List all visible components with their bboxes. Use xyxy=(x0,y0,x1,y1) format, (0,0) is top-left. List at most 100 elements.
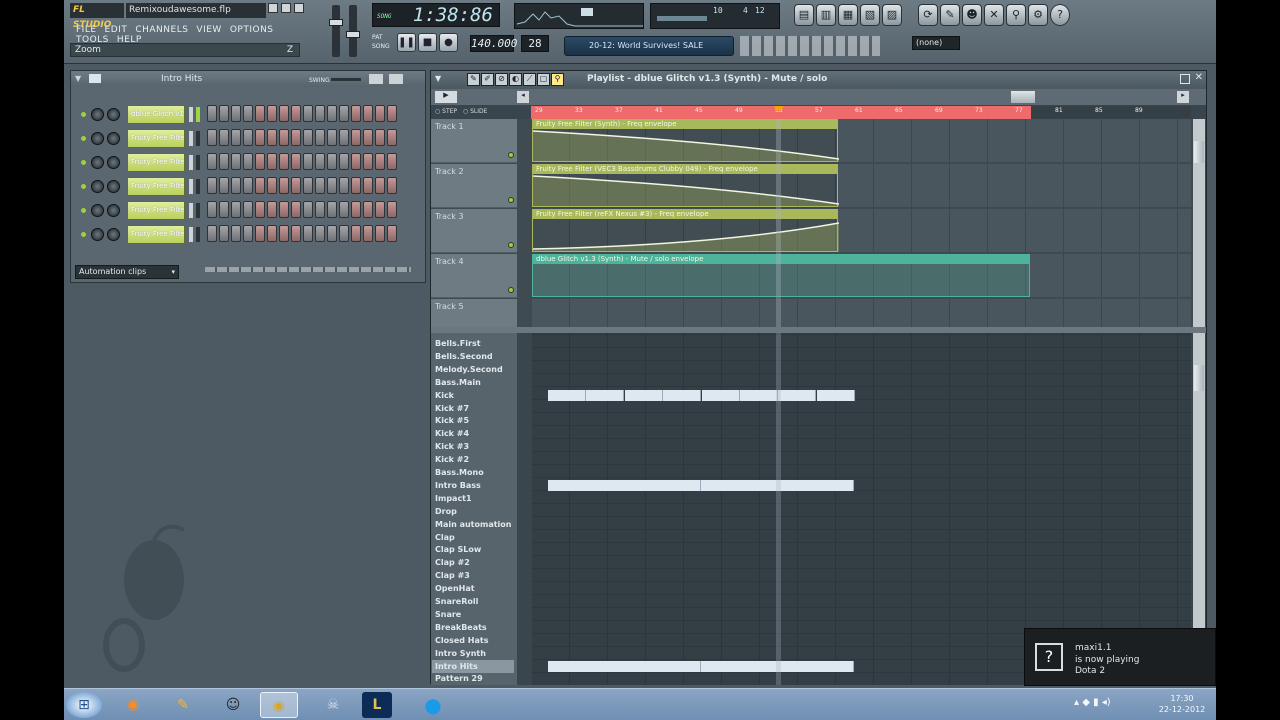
horizontal-zoom-scrollbar[interactable] xyxy=(1011,91,1035,103)
pattern-name[interactable]: Clap SLow xyxy=(432,543,514,556)
automation-clip[interactable]: Fruity Free Filter (reFX Nexus #3) - Fre… xyxy=(532,209,839,252)
track-lane[interactable]: Fruity Free Filter (reFX Nexus #3) - Fre… xyxy=(532,209,1191,253)
pattern-block[interactable] xyxy=(778,389,817,401)
step-button[interactable] xyxy=(351,105,361,122)
pattern-name[interactable]: Pattern 29 xyxy=(432,672,514,685)
channel-led[interactable] xyxy=(81,136,86,141)
step-button[interactable] xyxy=(219,201,229,218)
pattern-block[interactable] xyxy=(548,389,586,401)
mute-tool-icon[interactable]: ◐ xyxy=(509,73,522,86)
step-button[interactable] xyxy=(207,177,217,194)
step-button[interactable] xyxy=(255,201,265,218)
step-button[interactable] xyxy=(219,129,229,146)
step-button[interactable] xyxy=(243,177,253,194)
menu-view[interactable]: VIEW xyxy=(196,25,221,35)
master-volume-slider[interactable] xyxy=(329,5,343,57)
steam-notification[interactable]: ? maxi1.1 is now playing Dota 2 xyxy=(1024,628,1216,686)
pattern-name[interactable]: Kick #5 xyxy=(432,414,514,427)
pattern-name[interactable]: Clap #3 xyxy=(432,569,514,582)
scroll-right-icon[interactable]: ▸ xyxy=(1177,91,1189,103)
step-button[interactable] xyxy=(255,177,265,194)
pan-knob[interactable] xyxy=(91,204,104,217)
taskbar-clock[interactable]: 17:30 22-12-2012 xyxy=(1152,693,1212,715)
step-button[interactable] xyxy=(303,201,313,218)
step-button[interactable] xyxy=(315,225,325,242)
channel-led[interactable] xyxy=(81,232,86,237)
playlist-icon[interactable]: ▤ xyxy=(794,4,814,26)
step-button[interactable] xyxy=(339,105,349,122)
step-button[interactable] xyxy=(219,105,229,122)
step-button[interactable] xyxy=(351,177,361,194)
track-mute-led[interactable] xyxy=(508,152,514,158)
pattern-block[interactable] xyxy=(624,389,663,401)
step-button[interactable] xyxy=(351,129,361,146)
channel-led[interactable] xyxy=(81,160,86,165)
channel-select[interactable] xyxy=(189,155,193,170)
step-button[interactable] xyxy=(351,225,361,242)
step-button[interactable] xyxy=(267,177,277,194)
timeline-ruler[interactable]: 29 33 37 41 45 49 53 57 61 65 69 73 77 81 85 89 xyxy=(531,106,1191,119)
channel-led[interactable] xyxy=(81,184,86,189)
pattern-name[interactable]: Intro Synth xyxy=(432,647,514,660)
step-button[interactable] xyxy=(291,201,301,218)
channel-select-light[interactable] xyxy=(196,155,200,170)
step-button[interactable] xyxy=(351,153,361,170)
master-pitch-slider[interactable] xyxy=(346,5,360,57)
step-button[interactable] xyxy=(327,177,337,194)
step-button[interactable] xyxy=(303,129,313,146)
step-button[interactable] xyxy=(291,177,301,194)
step-button[interactable] xyxy=(303,177,313,194)
track-header[interactable]: Track 1 xyxy=(431,119,517,163)
track-header[interactable]: Track 4 xyxy=(431,254,517,298)
help-icon[interactable]: ? xyxy=(1050,4,1070,26)
pattern-block[interactable] xyxy=(740,389,778,401)
pattern-block[interactable] xyxy=(548,479,701,491)
step-button[interactable] xyxy=(219,153,229,170)
tools-icon[interactable]: ✕ xyxy=(984,4,1004,26)
pattern-block[interactable] xyxy=(586,389,625,401)
step-button[interactable] xyxy=(363,153,373,170)
pattern-name[interactable]: Kick xyxy=(432,389,514,402)
step-button[interactable] xyxy=(291,129,301,146)
pattern-name[interactable]: Kick #7 xyxy=(432,402,514,415)
mixer-icon[interactable]: ▨ xyxy=(882,4,902,26)
pattern-name[interactable]: Snare xyxy=(432,608,514,621)
automation-clip[interactable]: Fruity Free Filter (Synth) - Freq envelo… xyxy=(532,119,839,162)
step-button[interactable] xyxy=(303,153,313,170)
minimize-icon[interactable]: - xyxy=(268,3,278,13)
pattern-name[interactable]: Melody.Second ... xyxy=(432,363,514,387)
active-app-icon[interactable]: ◉ xyxy=(260,692,298,718)
step-button[interactable] xyxy=(339,177,349,194)
volume-knob[interactable] xyxy=(107,132,120,145)
step-button[interactable] xyxy=(279,201,289,218)
volume-knob[interactable] xyxy=(107,108,120,121)
step-button[interactable] xyxy=(279,105,289,122)
channel-select-light[interactable] xyxy=(196,227,200,242)
pattern-mode-icon[interactable]: ▶ xyxy=(435,91,457,103)
paint-tool-icon[interactable]: ✐ xyxy=(481,73,494,86)
pattern-name[interactable]: Intro Bass xyxy=(432,479,514,492)
draw-tool-icon[interactable]: ✎ xyxy=(467,73,480,86)
step-button[interactable] xyxy=(303,105,313,122)
rack-view-icon[interactable] xyxy=(89,74,101,83)
menu-file[interactable]: FILE xyxy=(76,25,97,35)
step-button[interactable] xyxy=(243,129,253,146)
track-header[interactable]: Track 2 xyxy=(431,164,517,208)
pattern-name[interactable]: Kick #2 xyxy=(432,453,514,466)
track-mute-led[interactable] xyxy=(508,197,514,203)
graph-editor-icon[interactable] xyxy=(369,74,383,84)
step-button[interactable] xyxy=(315,201,325,218)
piano-roll-icon[interactable]: ▥ xyxy=(816,4,836,26)
step-button[interactable] xyxy=(363,129,373,146)
browser-icon[interactable]: ▧ xyxy=(860,4,880,26)
step-button[interactable] xyxy=(291,105,301,122)
snap-selector[interactable]: (none) xyxy=(912,36,960,50)
step-button[interactable] xyxy=(375,153,385,170)
pattern-name[interactable]: Bells.First xyxy=(432,337,514,350)
slice-tool-icon[interactable]: ⟋ xyxy=(523,73,536,86)
channel-name-button[interactable]: dblue Glitch v1.3 xyxy=(127,105,185,124)
automation-clips-selector[interactable]: Automation clips ▾ xyxy=(75,265,179,279)
track-header[interactable]: Track 3 xyxy=(431,209,517,253)
channel-select[interactable] xyxy=(189,179,193,194)
step-button[interactable] xyxy=(291,225,301,242)
